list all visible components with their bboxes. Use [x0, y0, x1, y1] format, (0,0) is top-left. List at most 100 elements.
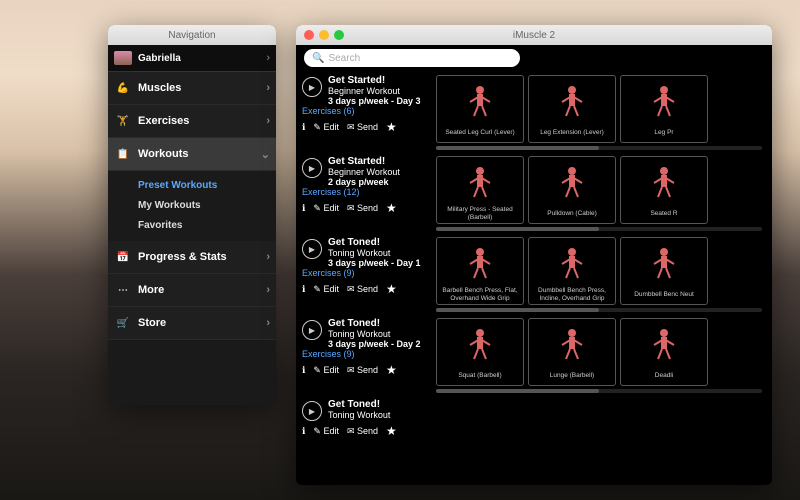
sub-my-workouts[interactable]: My Workouts	[138, 195, 276, 215]
exercise-card[interactable]: Lunge (Barbell)	[528, 318, 616, 386]
exercise-figure	[621, 319, 707, 367]
search-placeholder: Search	[328, 53, 360, 64]
exercise-card[interactable]: Pulldown (Cable)	[528, 156, 616, 224]
exercise-figure	[621, 76, 707, 124]
exercise-scrollbar[interactable]	[436, 227, 762, 231]
exercise-scrollbar[interactable]	[436, 389, 762, 393]
exercise-strip[interactable]: Squat (Barbell)Lunge (Barbell) Deadli	[436, 318, 762, 386]
exercise-card[interactable]: Leg Extension (Lever)	[528, 75, 616, 143]
exercise-card[interactable]: Dumbbell Benc Neut	[620, 237, 708, 305]
exercise-card[interactable]: Dumbbell Bench Press, Incline, Overhand …	[528, 237, 616, 305]
exercise-name: Dumbbell Benc Neut	[632, 286, 696, 304]
store-icon: 🛒	[114, 317, 132, 329]
main-titlebar[interactable]: iMuscle 2	[296, 25, 772, 45]
workout-title: Get Toned!	[302, 318, 436, 329]
nav-item-exercises[interactable]: 🏋 Exercises ›	[108, 105, 276, 138]
info-button[interactable]: ℹ	[302, 203, 305, 214]
minimize-icon[interactable]	[319, 30, 329, 40]
favorite-button[interactable]: ★	[386, 363, 397, 377]
progress-icon: 📅	[114, 251, 132, 263]
nav-item-muscles[interactable]: 💪 Muscles ›	[108, 72, 276, 105]
sub-preset-workouts[interactable]: Preset Workouts	[138, 175, 276, 195]
send-button[interactable]: ✉ Send	[347, 426, 378, 437]
exercise-name: Deadli	[653, 367, 675, 385]
workout-subtitle: Beginner Workout	[302, 167, 436, 177]
search-bar: 🔍 Search	[296, 45, 772, 71]
play-button[interactable]: ▶	[302, 320, 322, 340]
send-button[interactable]: ✉ Send	[347, 284, 378, 295]
sub-favorites[interactable]: Favorites	[138, 215, 276, 235]
workout-row: ▶Get Started!Beginner Workout3 days p/we…	[302, 75, 762, 150]
nav-item-workouts[interactable]: 📋 Workouts ⌄	[108, 138, 276, 171]
chevron-right-icon: ›	[266, 115, 270, 127]
workout-exercises-link[interactable]: Exercises (6)	[302, 106, 436, 116]
exercise-scrollbar[interactable]	[436, 308, 762, 312]
exercise-strip[interactable]: Seated Leg Curl (Lever)Leg Extension (Le…	[436, 75, 762, 143]
send-button[interactable]: ✉ Send	[347, 365, 378, 376]
nav-item-more[interactable]: ⋯ More ›	[108, 274, 276, 307]
play-button[interactable]: ▶	[302, 239, 322, 259]
nav-window-title: Navigation	[108, 30, 276, 41]
traffic-lights	[296, 30, 344, 40]
workout-schedule: 3 days p/week - Day 1	[302, 258, 436, 268]
exercise-figure	[529, 157, 615, 205]
exercise-card[interactable]: Seated Leg Curl (Lever)	[436, 75, 524, 143]
info-button[interactable]: ℹ	[302, 365, 305, 376]
exercise-card[interactable]: Seated R	[620, 156, 708, 224]
exercise-figure	[437, 157, 523, 205]
nav-label: Exercises	[138, 115, 266, 127]
maximize-icon[interactable]	[334, 30, 344, 40]
chevron-right-icon: ›	[266, 82, 270, 94]
profile-row[interactable]: Gabriella ›	[108, 45, 276, 72]
scrollbar-thumb[interactable]	[436, 146, 599, 150]
workout-exercises-link[interactable]: Exercises (9)	[302, 268, 436, 278]
exercise-figure	[529, 238, 615, 286]
info-button[interactable]: ℹ	[302, 122, 305, 133]
play-button[interactable]: ▶	[302, 158, 322, 178]
nav-item-progress[interactable]: 📅 Progress & Stats ›	[108, 241, 276, 274]
exercise-scrollbar[interactable]	[436, 146, 762, 150]
nav-titlebar[interactable]: Navigation	[108, 25, 276, 45]
workout-title: Get Started!	[302, 156, 436, 167]
workout-list[interactable]: ▶Get Started!Beginner Workout3 days p/we…	[296, 71, 772, 485]
chevron-right-icon: ›	[266, 52, 270, 64]
edit-button[interactable]: ✎ Edit	[313, 122, 339, 133]
info-button[interactable]: ℹ	[302, 284, 305, 295]
scrollbar-thumb[interactable]	[436, 389, 599, 393]
send-button[interactable]: ✉ Send	[347, 203, 378, 214]
exercise-name: Dumbbell Bench Press, Incline, Overhand …	[529, 286, 615, 304]
scrollbar-thumb[interactable]	[436, 308, 599, 312]
scrollbar-thumb[interactable]	[436, 227, 599, 231]
exercise-strip[interactable]: Barbell Bench Press, Flat, Overhand Wide…	[436, 237, 762, 305]
exercise-card[interactable]: Barbell Bench Press, Flat, Overhand Wide…	[436, 237, 524, 305]
edit-button[interactable]: ✎ Edit	[313, 203, 339, 214]
edit-button[interactable]: ✎ Edit	[313, 284, 339, 295]
nav-label: Store	[138, 317, 266, 329]
exercise-strip[interactable]: Military Press - Seated (Barbell)Pulldow…	[436, 156, 762, 224]
chevron-down-icon: ⌄	[261, 148, 270, 161]
edit-button[interactable]: ✎ Edit	[313, 365, 339, 376]
close-icon[interactable]	[304, 30, 314, 40]
workout-row: ▶Get Toned!Toning Workout3 days p/week -…	[302, 318, 762, 393]
favorite-button[interactable]: ★	[386, 282, 397, 296]
exercise-card[interactable]: Deadli	[620, 318, 708, 386]
play-button[interactable]: ▶	[302, 77, 322, 97]
exercise-card[interactable]: Squat (Barbell)	[436, 318, 524, 386]
nav-body: Gabriella › 💪 Muscles › 🏋 Exercises › 📋 …	[108, 45, 276, 405]
info-button[interactable]: ℹ	[302, 426, 305, 437]
exercise-card[interactable]: Military Press - Seated (Barbell)	[436, 156, 524, 224]
chevron-right-icon: ›	[266, 317, 270, 329]
nav-item-store[interactable]: 🛒 Store ›	[108, 307, 276, 340]
search-input[interactable]: 🔍 Search	[304, 49, 520, 67]
workout-exercises-link[interactable]: Exercises (12)	[302, 187, 436, 197]
favorite-button[interactable]: ★	[386, 120, 397, 134]
favorite-button[interactable]: ★	[386, 424, 397, 438]
edit-button[interactable]: ✎ Edit	[313, 426, 339, 437]
exercise-figure	[529, 319, 615, 367]
workout-exercises-link[interactable]: Exercises (9)	[302, 349, 436, 359]
favorite-button[interactable]: ★	[386, 201, 397, 215]
send-button[interactable]: ✉ Send	[347, 122, 378, 133]
play-button[interactable]: ▶	[302, 401, 322, 421]
exercise-name: Barbell Bench Press, Flat, Overhand Wide…	[437, 286, 523, 304]
exercise-card[interactable]: Leg Pr	[620, 75, 708, 143]
